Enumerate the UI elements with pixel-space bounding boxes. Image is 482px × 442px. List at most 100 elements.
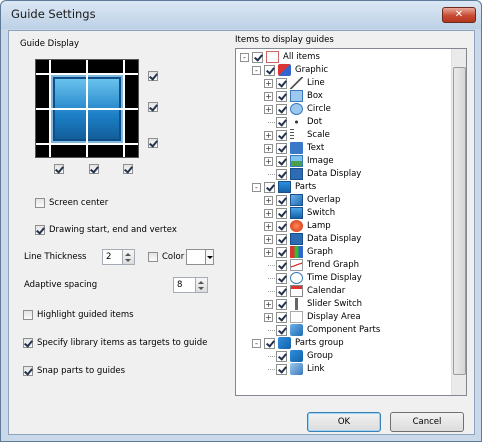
collapse-icon[interactable]: - — [240, 53, 249, 62]
tree-item[interactable]: Time Display — [236, 272, 450, 285]
tree-item[interactable]: - Parts — [236, 181, 450, 194]
cancel-button[interactable]: Cancel — [390, 412, 464, 432]
tree-item-checkbox[interactable] — [264, 338, 275, 349]
tree-item-checkbox[interactable] — [276, 286, 287, 297]
tree-item[interactable]: Trend Graph — [236, 259, 450, 272]
tree-item-checkbox[interactable] — [276, 364, 287, 375]
tree-item-checkbox[interactable] — [276, 130, 287, 141]
guide-right-checkbox-3[interactable] — [148, 138, 158, 148]
color-checkbox[interactable] — [148, 252, 158, 262]
tree-item[interactable]: Calendar — [236, 285, 450, 298]
tree-item[interactable]: + Text — [236, 142, 450, 155]
tree-scrollbar[interactable] — [451, 49, 466, 395]
adaptive-spacing-input[interactable]: 8 — [173, 277, 196, 293]
line-icon — [290, 77, 303, 89]
tree-item[interactable]: Group — [236, 350, 450, 363]
data-display-icon — [290, 168, 303, 180]
tree-item-checkbox[interactable] — [276, 221, 287, 232]
group-icon — [290, 350, 303, 362]
tree-item-checkbox[interactable] — [276, 91, 287, 102]
tree-item[interactable]: + Image — [236, 155, 450, 168]
screen-center-checkbox[interactable] — [35, 198, 45, 208]
highlight-guided-checkbox[interactable] — [23, 310, 33, 320]
tree-item[interactable]: + Switch — [236, 207, 450, 220]
guide-right-checkbox-2[interactable] — [148, 102, 158, 112]
expand-icon[interactable]: + — [264, 196, 273, 205]
close-button[interactable]: ✕ — [442, 7, 476, 23]
tree-item-checkbox[interactable] — [276, 208, 287, 219]
drawing-vertex-checkbox[interactable] — [35, 225, 45, 235]
tree-item[interactable]: + Data Display — [236, 233, 450, 246]
expand-icon[interactable]: + — [264, 131, 273, 140]
collapse-icon[interactable]: - — [252, 66, 261, 75]
tree-item-checkbox[interactable] — [276, 351, 287, 362]
guide-bottom-checkbox-2[interactable] — [89, 164, 99, 174]
tree-scrollbar-thumb[interactable] — [453, 67, 466, 375]
tree-item-label: Display Area — [307, 312, 361, 322]
adaptive-spacing-spinner[interactable] — [195, 277, 208, 293]
expand-icon[interactable]: + — [264, 209, 273, 218]
expand-icon[interactable]: + — [264, 235, 273, 244]
tree-item-checkbox[interactable] — [276, 273, 287, 284]
expand-icon[interactable]: + — [264, 300, 273, 309]
tree-item-label: Circle — [307, 104, 331, 114]
tree-item[interactable]: - Parts group — [236, 337, 450, 350]
tree-item-checkbox[interactable] — [276, 143, 287, 154]
tree-item[interactable]: + Scale — [236, 129, 450, 142]
tree-item-checkbox[interactable] — [276, 299, 287, 310]
tree-item[interactable]: + Lamp — [236, 220, 450, 233]
tree-item-label: Link — [307, 364, 325, 374]
expand-icon[interactable]: + — [264, 157, 273, 166]
expand-icon[interactable]: + — [264, 105, 273, 114]
expand-icon[interactable]: + — [264, 222, 273, 231]
tree-item[interactable]: + Slider Switch — [236, 298, 450, 311]
color-dropdown-button[interactable] — [205, 249, 214, 265]
tree-item-checkbox[interactable] — [276, 156, 287, 167]
tree-item[interactable]: Link — [236, 363, 450, 376]
guide-right-checkbox-1[interactable] — [148, 71, 158, 81]
expand-icon[interactable]: + — [264, 313, 273, 322]
guide-bottom-checkbox-1[interactable] — [54, 164, 64, 174]
tree-item-checkbox[interactable] — [276, 325, 287, 336]
snap-parts-checkbox[interactable] — [23, 366, 33, 376]
collapse-icon[interactable]: - — [252, 339, 261, 348]
tree-item-checkbox[interactable] — [276, 117, 287, 128]
tree-item[interactable]: - Graphic — [236, 64, 450, 77]
collapse-icon[interactable]: - — [252, 183, 261, 192]
ok-button[interactable]: OK — [307, 412, 381, 432]
expand-icon[interactable]: + — [264, 79, 273, 88]
line-thickness-input[interactable]: 2 — [102, 249, 123, 265]
guide-bottom-checkbox-3[interactable] — [123, 164, 133, 174]
tree-item[interactable]: + Display Area — [236, 311, 450, 324]
tree-item[interactable]: Dot — [236, 116, 450, 129]
tree-item-checkbox[interactable] — [276, 260, 287, 271]
tree-item-checkbox[interactable] — [276, 104, 287, 115]
tree-item-checkbox[interactable] — [276, 169, 287, 180]
tree-item-checkbox[interactable] — [276, 247, 287, 258]
tree-item[interactable]: + Circle — [236, 103, 450, 116]
expand-icon[interactable]: + — [264, 92, 273, 101]
items-tree[interactable]: - All items - Graphic + Line + Box + Circle Dot + Sc… — [235, 48, 467, 396]
tree-item-checkbox[interactable] — [252, 52, 263, 63]
tree-item[interactable]: + Graph — [236, 246, 450, 259]
expand-icon[interactable]: + — [264, 248, 273, 257]
expand-icon[interactable]: + — [264, 144, 273, 153]
tree-item[interactable]: + Box — [236, 90, 450, 103]
tree-item[interactable]: - All items — [236, 51, 450, 64]
tree-item[interactable]: Data Display — [236, 168, 450, 181]
specify-library-checkbox[interactable] — [23, 338, 33, 348]
line-thickness-spinner[interactable] — [122, 249, 135, 265]
tree-item-checkbox[interactable] — [264, 182, 275, 193]
tree-item-checkbox[interactable] — [276, 195, 287, 206]
tree-item[interactable]: + Overlap — [236, 194, 450, 207]
tree-item-checkbox[interactable] — [264, 65, 275, 76]
tree-item[interactable]: Component Parts — [236, 324, 450, 337]
tree-connector — [268, 278, 275, 279]
tree-item[interactable]: + Line — [236, 77, 450, 90]
highlight-guided-label: Highlight guided items — [37, 310, 134, 320]
tree-item-checkbox[interactable] — [276, 234, 287, 245]
color-swatch[interactable] — [186, 249, 206, 265]
tree-item-checkbox[interactable] — [276, 312, 287, 323]
tree-item-checkbox[interactable] — [276, 78, 287, 89]
lamp-icon — [290, 220, 303, 232]
